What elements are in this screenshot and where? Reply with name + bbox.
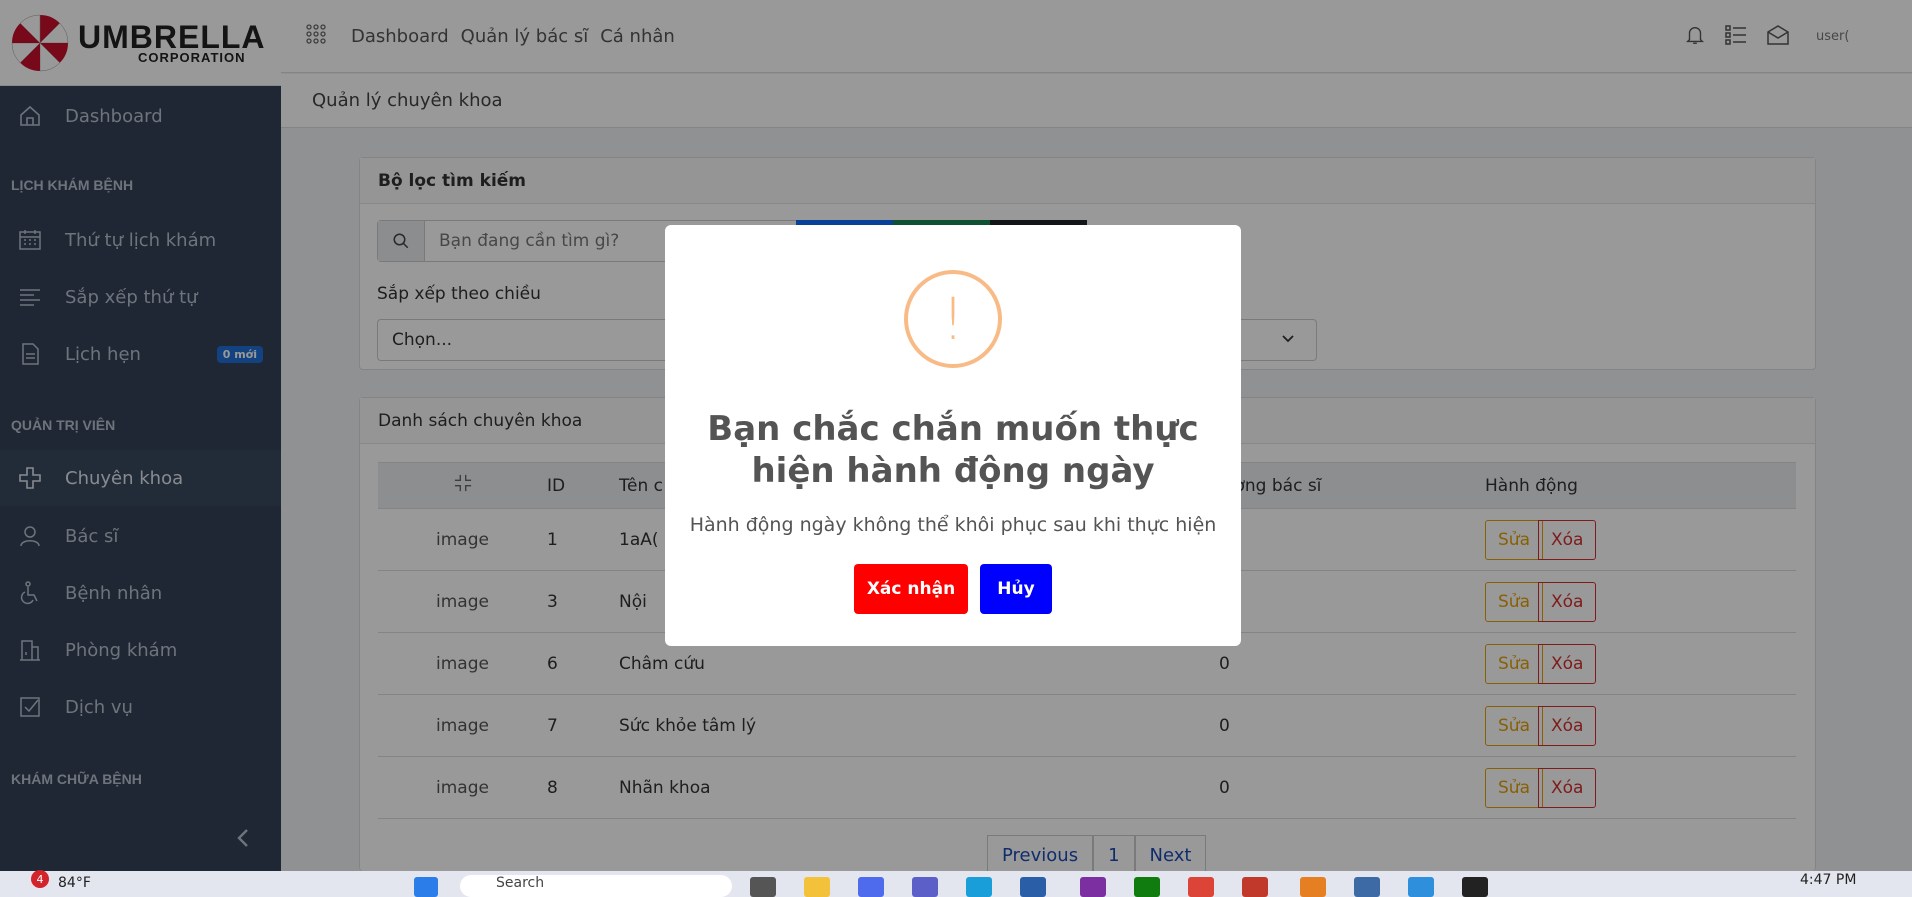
mysql-icon[interactable] [1354,877,1380,897]
confirm-dialog: ! Bạn chắc chắn muốn thực hiện hành động… [665,225,1241,646]
weather-widget[interactable]: 4 84°F [31,870,91,891]
app-icon-2[interactable] [1242,877,1268,897]
clock: 4:47 PM [1800,872,1857,888]
xbox-icon[interactable] [1134,877,1160,897]
github-icon[interactable] [1462,877,1488,897]
temperature: 84°F [58,875,91,891]
store-icon[interactable] [1020,877,1046,897]
postman-icon[interactable] [1300,877,1326,897]
file-explorer-icon[interactable] [804,877,830,897]
edge-icon[interactable] [966,877,992,897]
warning-icon: ! [904,270,1002,368]
copilot-icon[interactable] [858,877,884,897]
dialog-title: Bạn chắc chắn muốn thực hiện hành động n… [707,409,1199,491]
dialog-message: Hành động ngày không thể khôi phục sau k… [689,514,1217,536]
taskbar-search[interactable]: Search [460,875,732,897]
chrome-icon[interactable] [1188,877,1214,897]
vscode-icon[interactable] [1408,877,1434,897]
teams-icon[interactable] [912,877,938,897]
windows-start-icon[interactable] [414,877,438,897]
os-taskbar: 4 84°F Search 4:47 PM [0,870,1912,897]
confirm-button[interactable]: Xác nhận [854,564,968,614]
task-view-icon[interactable] [750,877,776,897]
app-icon[interactable] [1080,877,1106,897]
cancel-button[interactable]: Hủy [980,564,1052,614]
notification-badge: 4 [31,870,49,888]
